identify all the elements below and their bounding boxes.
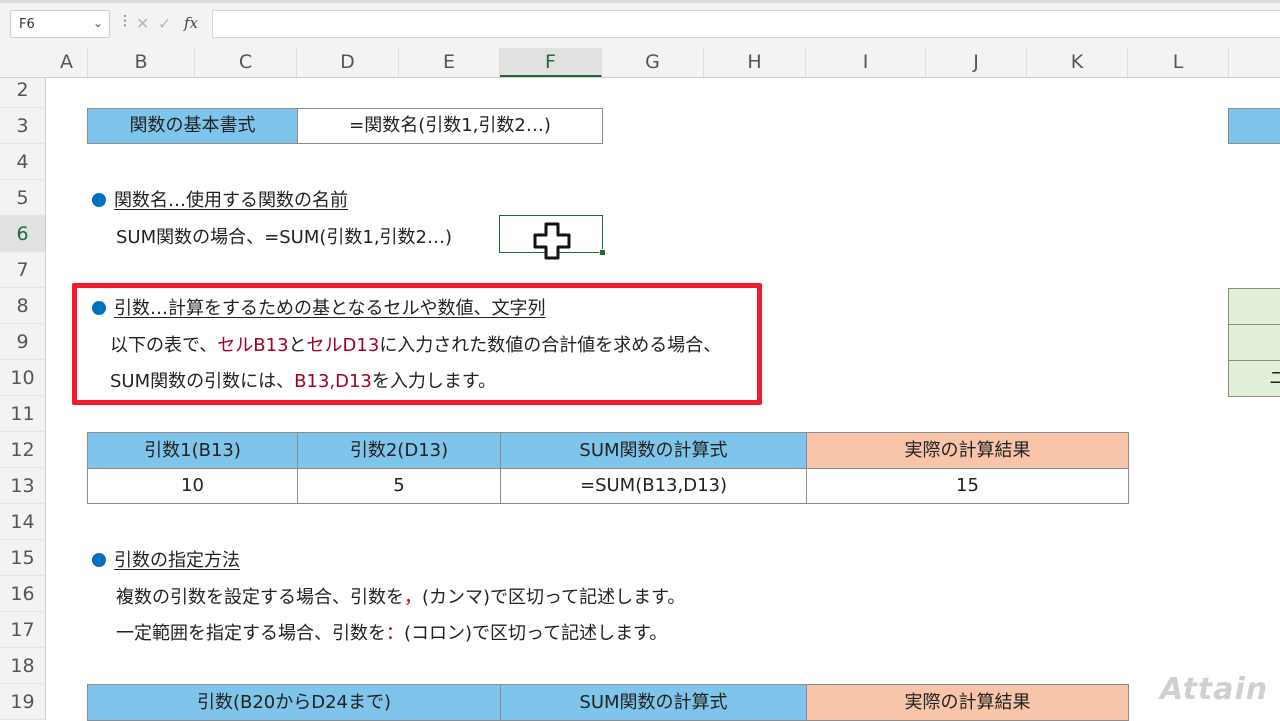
basic-format-value-cell[interactable]: =関数名(引数1,引数2…) bbox=[297, 108, 603, 144]
column-header-b[interactable]: B bbox=[88, 48, 195, 77]
chevron-down-icon[interactable]: ⌄ bbox=[93, 16, 103, 30]
row-header-12[interactable]: 12 bbox=[0, 432, 45, 468]
column-header-g[interactable]: G bbox=[602, 48, 704, 77]
column-header-j[interactable]: J bbox=[926, 48, 1027, 77]
row-header-14[interactable]: 14 bbox=[0, 504, 45, 540]
row-header-4[interactable]: 4 bbox=[0, 144, 45, 180]
args-line-1: 以下の表で、セルB13とセルD13に入力された数値の合計値を求める場合、 bbox=[110, 331, 721, 357]
row-header-6[interactable]: 6 bbox=[0, 216, 45, 252]
comma-symbol: ， bbox=[404, 587, 422, 608]
row-header-8[interactable]: 8 bbox=[0, 288, 45, 324]
basic-format-label-cell[interactable]: 関数の基本書式 bbox=[87, 108, 298, 144]
right-partial-green-cell[interactable] bbox=[1228, 324, 1280, 361]
colon-symbol: ： bbox=[386, 623, 404, 644]
watermark-logo: Attain bbox=[1160, 672, 1269, 707]
method-line-1-text: 複数の引数を設定する場合、引数を bbox=[116, 587, 404, 608]
args-line-2-text: SUM関数の引数には、 bbox=[110, 371, 295, 392]
table1-cell-formula[interactable]: =SUM(B13,D13) bbox=[500, 468, 807, 504]
table1-header-arg2[interactable]: 引数2(D13) bbox=[297, 432, 501, 469]
table1-cell-result[interactable]: 15 bbox=[806, 468, 1129, 504]
confirm-icon[interactable]: ✓ bbox=[158, 14, 171, 33]
right-partial-green-cell[interactable] bbox=[1228, 288, 1280, 325]
row-header-10[interactable]: 10 bbox=[0, 360, 45, 396]
funcname-heading: 関数名…使用する関数の名前 bbox=[92, 186, 348, 212]
method-line-2-rest: (コロン)で区切って記述します。 bbox=[404, 623, 668, 644]
args-line-2-rest: を入力します。 bbox=[371, 371, 497, 392]
args-line-2: SUM関数の引数には、B13,D13を入力します。 bbox=[110, 367, 496, 393]
row-header-5[interactable]: 5 bbox=[0, 180, 45, 216]
method-line-2-text: 一定範囲を指定する場合、引数を bbox=[116, 623, 386, 644]
column-header-a[interactable]: A bbox=[46, 48, 88, 77]
table2-header-result[interactable]: 実際の計算結果 bbox=[806, 684, 1129, 721]
method-line-1-rest: (カンマ)で区切って記述します。 bbox=[422, 587, 686, 608]
column-header-i[interactable]: I bbox=[806, 48, 926, 77]
row-header-16[interactable]: 16 bbox=[0, 576, 45, 612]
column-header-e[interactable]: E bbox=[399, 48, 500, 77]
bullet-icon bbox=[92, 553, 106, 567]
method-line-1: 複数の引数を設定する場合、引数を，(カンマ)で区切って記述します。 bbox=[116, 583, 685, 609]
column-header-c[interactable]: C bbox=[195, 48, 297, 77]
row-header-17[interactable]: 17 bbox=[0, 612, 45, 648]
more-options-icon[interactable]: ⋮ bbox=[118, 14, 132, 28]
args-line-1-and: と bbox=[288, 335, 307, 356]
formula-tools: ✕ ✓ fx bbox=[132, 10, 206, 38]
table1-header-result[interactable]: 実際の計算結果 bbox=[806, 432, 1129, 469]
cell-ref-b13: セルB13 bbox=[217, 335, 289, 356]
right-partial-text: ニ bbox=[1269, 368, 1280, 389]
table1-cell-d13[interactable]: 5 bbox=[297, 468, 501, 504]
sum-example-text: SUM関数の場合、=SUM(引数1,引数2…) bbox=[116, 227, 453, 248]
name-box-value: F6 bbox=[19, 17, 35, 32]
right-partial-green-cell[interactable]: ニ bbox=[1228, 360, 1280, 397]
formula-input[interactable] bbox=[212, 10, 1280, 38]
row-header-3[interactable]: 3 bbox=[0, 108, 45, 144]
column-header-bar: A B C D E F G H I J K L bbox=[0, 48, 1280, 78]
table1-cell-b13[interactable]: 10 bbox=[87, 468, 298, 504]
insert-function-icon[interactable]: fx bbox=[184, 14, 198, 32]
row-header-bar: 2 3 4 5 6 7 8 9 10 11 12 13 14 15 16 17 … bbox=[0, 78, 46, 720]
column-header-d[interactable]: D bbox=[297, 48, 399, 77]
funcname-heading-text: 関数名…使用する関数の名前 bbox=[114, 190, 348, 211]
bullet-icon bbox=[92, 193, 106, 207]
table2-header-formula[interactable]: SUM関数の計算式 bbox=[500, 684, 807, 721]
column-header-f[interactable]: F bbox=[500, 48, 602, 77]
args-line-1-rest: に入力された数値の合計値を求める場合、 bbox=[379, 335, 722, 356]
name-box[interactable]: F6 ⌄ bbox=[10, 10, 110, 38]
row-header-11[interactable]: 11 bbox=[0, 396, 45, 432]
table2-header-args[interactable]: 引数(B20からD24まで) bbox=[87, 684, 501, 721]
args-line-1-text: 以下の表で、 bbox=[110, 335, 218, 356]
fill-handle[interactable] bbox=[599, 249, 606, 256]
cell-cursor-icon bbox=[533, 222, 571, 260]
cell-ref-d13: セルD13 bbox=[306, 335, 380, 356]
row-header-15[interactable]: 15 bbox=[0, 540, 45, 576]
column-header-k[interactable]: K bbox=[1027, 48, 1128, 77]
args-heading-text: 引数…計算をするための基となるセルや数値、文字列 bbox=[114, 298, 546, 319]
row-header-19[interactable]: 19 bbox=[0, 684, 45, 720]
row-header-13[interactable]: 13 bbox=[0, 468, 45, 504]
row-header-9[interactable]: 9 bbox=[0, 324, 45, 360]
ribbon-edge bbox=[0, 0, 1280, 3]
table1-header-formula[interactable]: SUM関数の計算式 bbox=[500, 432, 807, 469]
formula-bar: F6 ⌄ ⋮ ✕ ✓ fx bbox=[0, 0, 1280, 48]
args-value: B13,D13 bbox=[294, 371, 372, 392]
table1-header-arg1[interactable]: 引数1(B13) bbox=[87, 432, 298, 469]
cancel-icon[interactable]: ✕ bbox=[136, 14, 149, 33]
column-header-h[interactable]: H bbox=[704, 48, 806, 77]
right-partial-blue-cell[interactable] bbox=[1228, 108, 1280, 144]
row-header-7[interactable]: 7 bbox=[0, 252, 45, 288]
method-line-2: 一定範囲を指定する場合、引数を：(コロン)で区切って記述します。 bbox=[116, 619, 667, 645]
method-heading-text: 引数の指定方法 bbox=[114, 550, 240, 571]
bullet-icon bbox=[92, 301, 106, 315]
row-header-18[interactable]: 18 bbox=[0, 648, 45, 684]
column-header-l[interactable]: L bbox=[1128, 48, 1229, 77]
method-heading: 引数の指定方法 bbox=[92, 546, 240, 572]
row-header-2[interactable]: 2 bbox=[0, 72, 45, 108]
args-heading: 引数…計算をするための基となるセルや数値、文字列 bbox=[92, 294, 545, 320]
